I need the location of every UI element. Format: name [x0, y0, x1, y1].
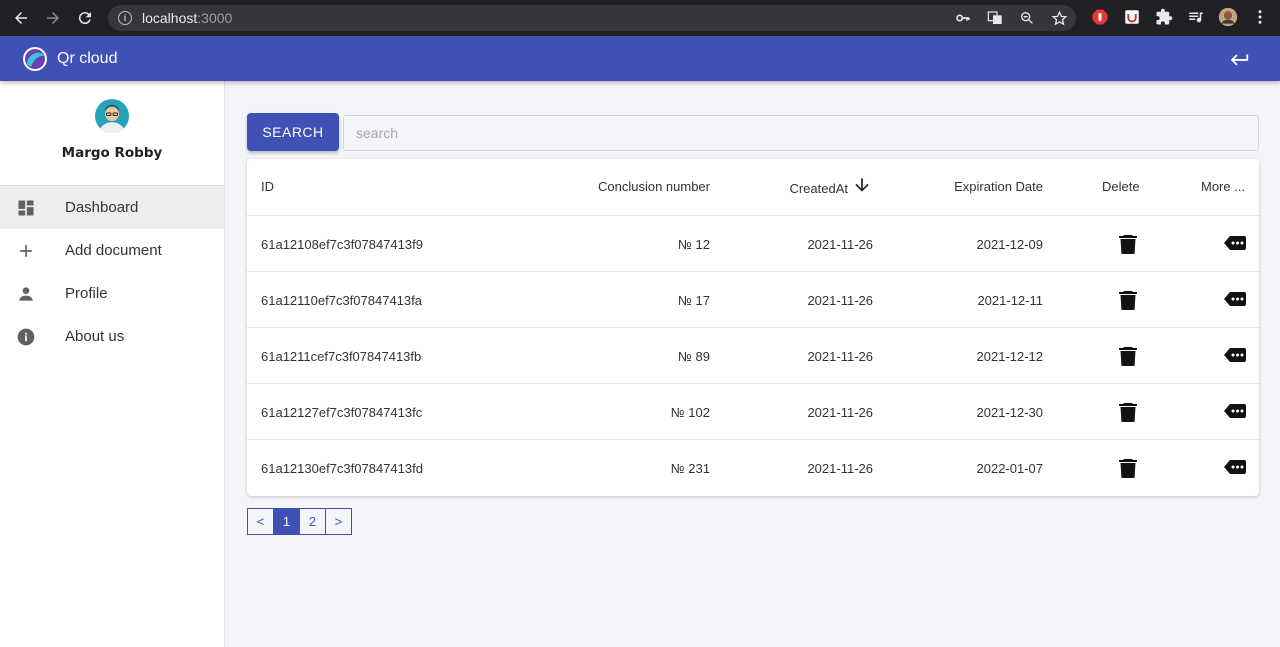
dashboard-icon — [16, 198, 36, 218]
table-row[interactable]: 61a12108ef7c3f07847413f9 № 12 2021-11-26… — [247, 216, 1259, 272]
cell-created-at: 2021-11-26 — [807, 461, 873, 476]
column-header-more: More ... — [1201, 179, 1246, 194]
more-label-icon[interactable] — [1224, 290, 1246, 308]
url-text: localhost:3000 — [142, 10, 233, 26]
column-header-created-at[interactable]: CreatedAt — [789, 181, 848, 196]
app-header: Qr cloud — [0, 36, 1280, 81]
column-header-delete: Delete — [1102, 179, 1140, 194]
sidebar-item-add-document[interactable]: Add document — [0, 229, 224, 272]
column-header-expiration-date[interactable]: Expiration Date — [954, 179, 1043, 194]
translate-icon[interactable] — [986, 9, 1004, 27]
avatar[interactable] — [95, 99, 129, 133]
sidebar: Margo Robby Dashboard Add document Profi… — [0, 81, 225, 647]
forward-arrow-icon[interactable] — [42, 7, 64, 29]
cell-id: 61a12130ef7c3f07847413fd — [261, 461, 423, 476]
reload-icon[interactable] — [74, 7, 96, 29]
column-header-id[interactable]: ID — [261, 179, 274, 194]
media-queue-icon[interactable] — [1186, 7, 1206, 27]
sort-descending-arrow-icon[interactable] — [852, 175, 872, 195]
cell-expiration-date: 2021-12-30 — [976, 405, 1044, 420]
adblock-extension-icon[interactable] — [1090, 7, 1110, 27]
browser-toolbar: i localhost:3000 — [0, 0, 1280, 36]
person-icon — [16, 284, 36, 304]
cell-expiration-date: 2021-12-11 — [977, 293, 1043, 308]
trash-icon[interactable] — [1119, 458, 1137, 478]
cell-id: 61a12110ef7c3f07847413fa — [261, 293, 422, 308]
search-button[interactable]: SEARCH — [247, 113, 339, 151]
search-input[interactable] — [343, 115, 1259, 151]
info-icon — [16, 327, 36, 347]
plus-icon — [16, 241, 36, 261]
sidebar-item-profile[interactable]: Profile — [0, 272, 224, 315]
address-bar[interactable]: i localhost:3000 — [108, 5, 1076, 31]
cell-created-at: 2021-11-26 — [807, 405, 873, 420]
table-row[interactable]: 61a1211cef7c3f07847413fb № 89 2021-11-26… — [247, 328, 1259, 384]
user-name: Margo Robby — [61, 145, 163, 161]
trash-icon[interactable] — [1119, 290, 1137, 310]
profile-avatar-icon[interactable] — [1218, 7, 1238, 27]
cell-conclusion-number: № 12 — [677, 237, 710, 252]
puzzle-extensions-icon[interactable] — [1154, 7, 1174, 27]
more-label-icon[interactable] — [1224, 346, 1246, 364]
sidebar-item-label: Dashboard — [65, 199, 139, 216]
cell-conclusion-number: № 89 — [677, 349, 710, 364]
cell-created-at: 2021-11-26 — [807, 237, 873, 252]
more-label-icon[interactable] — [1224, 234, 1246, 252]
table-header: ID Conclusion number CreatedAt Expiratio… — [247, 159, 1259, 216]
table-row[interactable]: 61a12110ef7c3f07847413fa № 17 2021-11-26… — [247, 272, 1259, 328]
sidebar-item-about-us[interactable]: About us — [0, 315, 224, 358]
pagination: < 1 2 > — [247, 508, 352, 535]
cell-created-at: 2021-11-26 — [807, 293, 873, 308]
cell-id: 61a12127ef7c3f07847413fc — [261, 405, 423, 420]
cell-id: 61a12108ef7c3f07847413f9 — [261, 237, 423, 252]
trash-icon[interactable] — [1119, 402, 1137, 422]
cell-id: 61a1211cef7c3f07847413fb — [261, 349, 422, 364]
key-icon[interactable] — [954, 9, 972, 27]
app-title: Qr cloud — [57, 49, 118, 67]
trash-icon[interactable] — [1119, 234, 1137, 254]
trash-icon[interactable] — [1119, 346, 1137, 366]
bookmark-star-icon[interactable] — [1050, 9, 1068, 27]
cell-conclusion-number: № 17 — [677, 293, 710, 308]
column-header-conclusion-number[interactable]: Conclusion number — [598, 179, 710, 194]
back-arrow-icon[interactable] — [10, 7, 32, 29]
pagination-page-2[interactable]: 2 — [299, 508, 326, 535]
pagination-page-1[interactable]: 1 — [273, 508, 300, 535]
browser-menu-icon[interactable] — [1250, 7, 1270, 27]
table-row[interactable]: 61a12130ef7c3f07847413fd № 231 2021-11-2… — [247, 440, 1259, 496]
qr-cloud-logo-icon[interactable] — [22, 46, 48, 72]
documents-table: ID Conclusion number CreatedAt Expiratio… — [247, 159, 1259, 496]
more-label-icon[interactable] — [1224, 458, 1246, 476]
cell-conclusion-number: № 231 — [670, 461, 710, 476]
cell-conclusion-number: № 102 — [670, 405, 710, 420]
more-label-icon[interactable] — [1224, 402, 1246, 420]
sidebar-item-label: Profile — [65, 285, 108, 302]
sidebar-item-dashboard[interactable]: Dashboard — [0, 186, 224, 229]
cell-expiration-date: 2021-12-12 — [976, 349, 1044, 364]
user-profile: Margo Robby — [0, 81, 224, 186]
zoom-icon[interactable] — [1018, 9, 1036, 27]
table-row[interactable]: 61a12127ef7c3f07847413fc № 102 2021-11-2… — [247, 384, 1259, 440]
pagination-next-button[interactable]: > — [325, 508, 352, 535]
logout-arrow-icon[interactable] — [1228, 48, 1250, 70]
site-info-icon[interactable]: i — [118, 11, 132, 25]
sidebar-item-label: Add document — [65, 242, 162, 259]
cell-created-at: 2021-11-26 — [807, 349, 873, 364]
sidebar-item-label: About us — [65, 328, 125, 345]
cell-expiration-date: 2021-12-09 — [976, 237, 1044, 252]
cell-expiration-date: 2022-01-07 — [976, 461, 1044, 476]
pagination-prev-button[interactable]: < — [247, 508, 274, 535]
pocket-extension-icon[interactable] — [1122, 7, 1142, 27]
